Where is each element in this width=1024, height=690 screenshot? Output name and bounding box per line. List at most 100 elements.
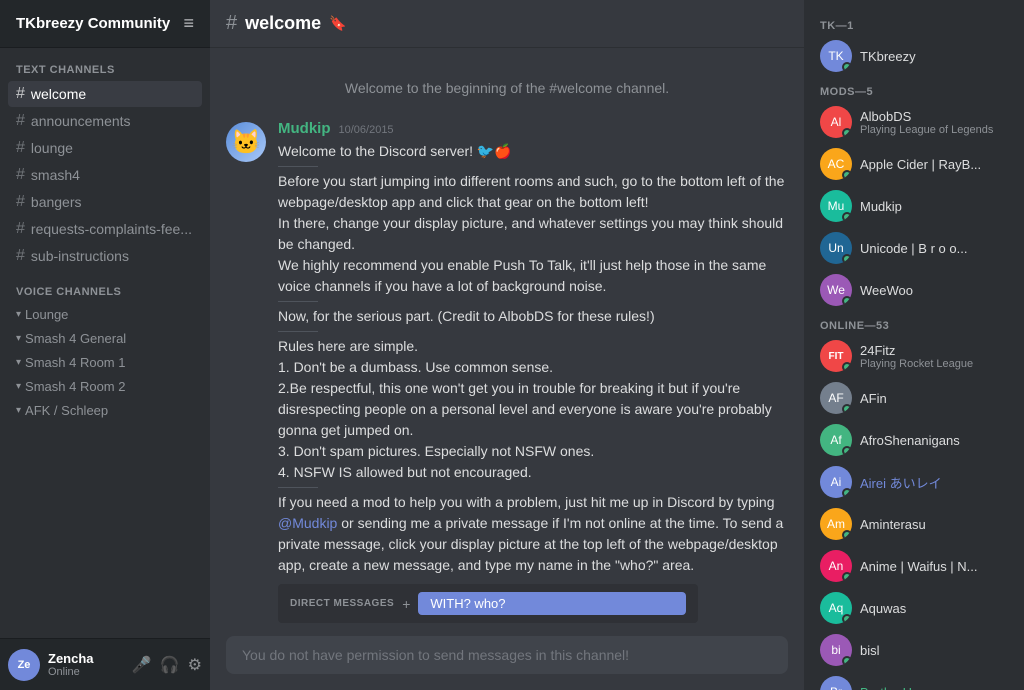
channel-item-welcome[interactable]: # welcome: [8, 81, 202, 107]
voice-channel-name-smash4general: Smash 4 General: [25, 331, 126, 346]
member-name: Anime | Waifus | N...: [860, 559, 1008, 574]
dm-input[interactable]: WITH? who?: [418, 592, 686, 615]
user-panel: Ze Zencha Online 🎤 🎧 ⚙: [0, 638, 210, 690]
avatar: AF: [820, 382, 852, 414]
message-content: Mudkip 10/06/2015 Welcome to the Discord…: [278, 120, 788, 631]
channel-item-requests[interactable]: # requests-complaints-fee...: [8, 216, 202, 242]
dm-label: DIRECT MESSAGES: [290, 598, 394, 609]
chat-header: # welcome 🔖: [210, 0, 804, 48]
microphone-icon[interactable]: 🎤: [132, 655, 152, 675]
member-item-afroshenanigans[interactable]: Af AfroShenanigans: [812, 420, 1016, 460]
member-name: Aquwas: [860, 601, 1008, 616]
dm-overlay: DIRECT MESSAGES + WITH? who?: [278, 584, 698, 623]
channel-name-announcements: announcements: [31, 113, 131, 129]
member-info: TKbreezy: [860, 49, 1008, 64]
chat-input[interactable]: You do not have permission to send messa…: [226, 636, 788, 674]
member-item-unicode[interactable]: Un Unicode | B r o o...: [812, 228, 1016, 268]
channel-hash-icon: #: [16, 193, 25, 211]
member-info: AfroShenanigans: [860, 433, 1008, 448]
voice-channel-lounge[interactable]: ▾ Lounge: [8, 303, 202, 326]
channel-hash-icon: #: [16, 85, 25, 103]
member-item-24fitz[interactable]: FIT 24Fitz Playing Rocket League: [812, 336, 1016, 376]
user-panel-icons: 🎤 🎧 ⚙: [132, 655, 202, 675]
member-name: Aminterasu: [860, 517, 1008, 532]
member-info: Aminterasu: [860, 517, 1008, 532]
member-item-weewoo[interactable]: We WeeWoo: [812, 270, 1016, 310]
user-status: Online: [48, 666, 132, 678]
channel-item-sub-instructions[interactable]: # sub-instructions: [8, 243, 202, 269]
channel-hash-icon: #: [16, 247, 25, 265]
channel-item-smash4[interactable]: # smash4: [8, 162, 202, 188]
member-name: bisl: [860, 643, 1008, 658]
member-name: 24Fitz: [860, 343, 1008, 358]
headphones-icon[interactable]: 🎧: [160, 655, 180, 675]
member-info: Anime | Waifus | N...: [860, 559, 1008, 574]
member-item-brotherhowe[interactable]: Br BrotherHowe: [812, 672, 1016, 690]
member-item-afin[interactable]: AF AFin: [812, 378, 1016, 418]
member-info: Aquwas: [860, 601, 1008, 616]
member-item-applecider[interactable]: AC Apple Cider | RayB...: [812, 144, 1016, 184]
voice-channel-smash4room1[interactable]: ▾ Smash 4 Room 1: [8, 351, 202, 374]
hamburger-icon[interactable]: ≡: [183, 13, 194, 34]
members-sidebar: TK—1 TK TKbreezy MODS—5 Al AlbobDS Playi…: [804, 0, 1024, 690]
online-indicator: [842, 530, 852, 540]
channel-hash-icon: #: [16, 220, 25, 238]
chevron-down-icon: ▾: [16, 405, 21, 416]
member-status: Playing Rocket League: [860, 358, 1008, 370]
voice-channel-afk[interactable]: ▾ AFK / Schleep: [8, 399, 202, 422]
chat-input-area: You do not have permission to send messa…: [210, 636, 804, 690]
member-item-aminterasu[interactable]: Am Aminterasu: [812, 504, 1016, 544]
channel-hash-icon: #: [16, 166, 25, 184]
channel-header-name: welcome: [245, 13, 321, 34]
settings-icon[interactable]: ⚙: [188, 655, 202, 675]
member-item-anime[interactable]: An Anime | Waifus | N...: [812, 546, 1016, 586]
member-item-tkbreezy[interactable]: TK TKbreezy: [812, 36, 1016, 76]
server-name: TKbreezy Community: [16, 15, 170, 32]
avatar: Ai: [820, 466, 852, 498]
online-indicator: [842, 614, 852, 624]
chat-messages: Welcome to the beginning of the #welcome…: [210, 48, 804, 636]
bookmark-icon[interactable]: 🔖: [329, 15, 346, 32]
online-indicator: [842, 62, 852, 72]
message-header: Mudkip 10/06/2015: [278, 120, 788, 137]
server-header[interactable]: TKbreezy Community ≡: [0, 0, 210, 48]
username: Zencha: [48, 651, 132, 666]
member-info: Airei あいレイ: [860, 473, 1008, 492]
voice-channel-name-smash4room1: Smash 4 Room 1: [25, 355, 125, 370]
member-item-bisl[interactable]: bi bisl: [812, 630, 1016, 670]
channel-item-lounge[interactable]: # lounge: [8, 135, 202, 161]
voice-channel-smash4general[interactable]: ▾ Smash 4 General: [8, 327, 202, 350]
member-name: BrotherHowe: [860, 685, 1008, 690]
member-info: Unicode | B r o o...: [860, 241, 1008, 256]
online-indicator: [842, 296, 852, 306]
sidebar-channels: TEXT CHANNELS # welcome # announcements …: [0, 48, 210, 638]
voice-channel-smash4room2[interactable]: ▾ Smash 4 Room 2: [8, 375, 202, 398]
online-indicator: [842, 488, 852, 498]
channel-item-announcements[interactable]: # announcements: [8, 108, 202, 134]
member-item-albobds[interactable]: Al AlbobDS Playing League of Legends: [812, 102, 1016, 142]
member-info: bisl: [860, 643, 1008, 658]
message-text: Welcome to the Discord server! 🐦🍎 Before…: [278, 141, 788, 576]
member-name: AlbobDS: [860, 109, 1008, 124]
dm-plus-icon[interactable]: +: [402, 596, 410, 612]
member-section-label-tk: TK—1: [812, 12, 1016, 36]
message-group: Mudkip 10/06/2015 Welcome to the Discord…: [226, 120, 788, 631]
text-channels-label: TEXT CHANNELS: [0, 48, 210, 80]
channel-name-requests: requests-complaints-fee...: [31, 221, 192, 237]
avatar: bi: [820, 634, 852, 666]
member-name: Airei あいレイ: [860, 473, 1008, 492]
channel-name-welcome: welcome: [31, 86, 86, 102]
online-indicator: [842, 572, 852, 582]
online-indicator: [842, 656, 852, 666]
member-info: WeeWoo: [860, 283, 1008, 298]
member-item-mudkip[interactable]: Mu Mudkip: [812, 186, 1016, 226]
chevron-down-icon: ▾: [16, 333, 21, 344]
member-name: Unicode | B r o o...: [860, 241, 1008, 256]
avatar: Am: [820, 508, 852, 540]
avatar: Un: [820, 232, 852, 264]
mention-link[interactable]: @Mudkip: [278, 515, 337, 531]
channel-item-bangers[interactable]: # bangers: [8, 189, 202, 215]
member-item-airei[interactable]: Ai Airei あいレイ: [812, 462, 1016, 502]
member-info: 24Fitz Playing Rocket League: [860, 343, 1008, 370]
member-item-aquwas[interactable]: Aq Aquwas: [812, 588, 1016, 628]
